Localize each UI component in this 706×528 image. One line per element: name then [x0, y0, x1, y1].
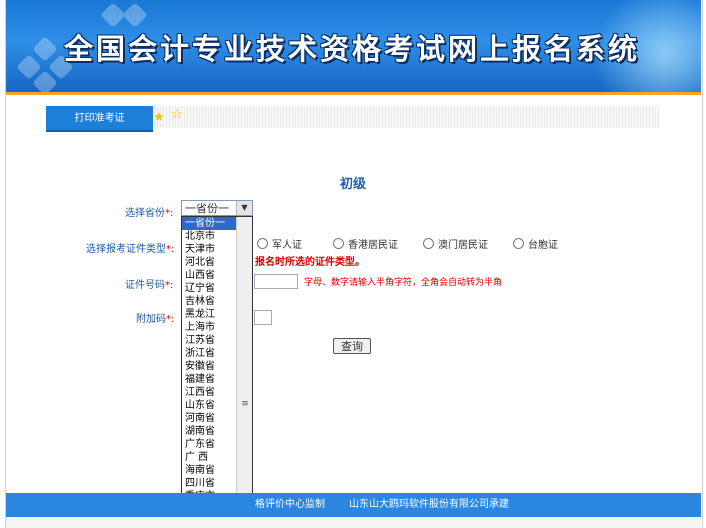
province-option[interactable]: 福建省	[182, 373, 239, 386]
radio-circle[interactable]	[257, 238, 268, 249]
province-option[interactable]: 北京市	[182, 230, 239, 243]
footer-developer: 山东山大鸥玛软件股份有限公司承建	[349, 499, 509, 510]
query-button[interactable]: 查询	[333, 338, 371, 354]
banner-underline	[6, 92, 701, 95]
page-title: 初级	[340, 177, 367, 192]
captcha-label-text: 附加码	[136, 314, 166, 325]
star-icon: ☆	[171, 107, 183, 122]
province-option[interactable]: 湖南省	[182, 425, 239, 438]
province-select-value: 一省份一	[185, 202, 229, 215]
scroll-thumb-icon[interactable]: ≡	[239, 397, 251, 411]
decor-hex	[32, 36, 58, 62]
province-option[interactable]: 浙江省	[182, 347, 239, 360]
required-mark: *:	[165, 208, 174, 219]
radio-circle[interactable]	[423, 238, 434, 249]
radio-circle[interactable]	[513, 238, 524, 249]
radio-label: 军人证	[272, 240, 302, 251]
province-option[interactable]: 安徽省	[182, 360, 239, 373]
id-number-input[interactable]	[254, 274, 298, 289]
radio-macau-id[interactable]: 澳门居民证	[423, 236, 488, 251]
province-label: 选择省份*:	[125, 204, 173, 219]
id-number-label-text: 证件号码	[125, 280, 165, 291]
province-option[interactable]: 河北省	[182, 256, 239, 269]
province-option[interactable]: 一省份一	[182, 217, 239, 230]
system-title: 全国会计专业技术资格考试网上报名系统	[64, 32, 641, 66]
province-label-text: 选择省份	[125, 208, 165, 219]
radio-label: 香港居民证	[348, 240, 398, 251]
province-option[interactable]: 上海市	[182, 321, 239, 334]
province-option[interactable]: 山东省	[182, 399, 239, 412]
province-option[interactable]: 广 西	[182, 451, 239, 464]
province-option[interactable]: 海南省	[182, 464, 239, 477]
required-mark: *:	[166, 244, 175, 255]
required-mark: *:	[166, 314, 175, 325]
id-type-label: 选择报考证件类型*:	[86, 240, 174, 255]
captcha-input[interactable]	[254, 310, 272, 325]
footer-supervisor: 格评价中心监制	[255, 499, 325, 510]
radio-circle[interactable]	[333, 238, 344, 249]
captcha-label: 附加码*:	[136, 310, 174, 325]
tab-print-admission[interactable]: 打印准考证	[46, 106, 153, 132]
province-option[interactable]: 河南省	[182, 412, 239, 425]
dropdown-scrollbar[interactable]: ≡	[236, 217, 252, 527]
province-option[interactable]: 江苏省	[182, 334, 239, 347]
province-option[interactable]: 广东省	[182, 438, 239, 451]
id-type-label-text: 选择报考证件类型	[86, 244, 166, 255]
chevron-down-icon[interactable]: ▼	[236, 201, 252, 215]
id-type-notice: 报名时所选的证件类型。	[255, 257, 365, 268]
id-number-hint: 字母、数字请输入半角字符，全角会自动转为半角	[304, 278, 503, 288]
id-number-label: 证件号码*:	[125, 276, 173, 291]
province-option[interactable]: 天津市	[182, 243, 239, 256]
decor-hex	[100, 2, 126, 28]
radio-hongkong-id[interactable]: 香港居民证	[333, 236, 398, 251]
province-option[interactable]: 四川省	[182, 477, 239, 490]
bottom-strip	[6, 517, 701, 528]
province-option[interactable]: 辽宁省	[182, 282, 239, 295]
star-icon: ★	[153, 110, 165, 125]
province-option[interactable]: 黑龙江	[182, 308, 239, 321]
radio-military-id[interactable]: 军人证	[257, 236, 302, 251]
required-mark: *:	[165, 280, 174, 291]
radio-taiwan-id[interactable]: 台胞证	[513, 236, 558, 251]
province-select[interactable]: 一省份一 ▼	[181, 200, 253, 216]
header-banner: 全国会计专业技术资格考试网上报名系统	[6, 0, 701, 92]
radio-label: 澳门居民证	[438, 240, 488, 251]
decor-hex	[122, 2, 148, 28]
province-dropdown-list[interactable]: ≡ 一省份一 北京市 天津市 河北省 山西省 辽宁省 吉林省 黑龙江 上海市 江苏省 浙江省 安徽省福…	[181, 216, 253, 528]
province-option[interactable]: 江西省	[182, 386, 239, 399]
province-option[interactable]: 吉林省	[182, 295, 239, 308]
radio-label: 台胞证	[528, 240, 558, 251]
province-option[interactable]: 山西省	[182, 269, 239, 282]
footer: 格评价中心监制 山东山大鸥玛软件股份有限公司承建	[6, 493, 701, 517]
